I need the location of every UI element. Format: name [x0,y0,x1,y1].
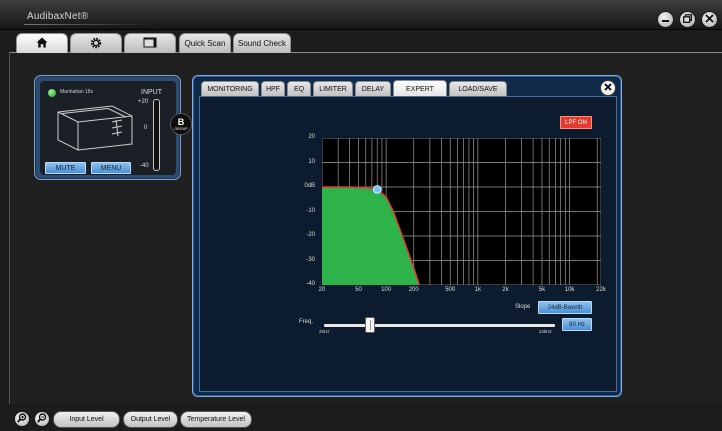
freq-slider-thumb[interactable] [365,317,375,333]
input-label: INPUT [141,89,162,96]
tab-home[interactable] [16,33,68,53]
slope-label: Slope [515,304,531,310]
slope-select[interactable]: 24dB-Bworth [538,301,592,314]
device-card-body: Manhattan 18s INPUT +20 0 -40 MUTE MENU [40,81,176,175]
title-underline [24,24,154,25]
group-letter: B [177,116,185,127]
y-tick-label: 10 [308,158,315,165]
freq-value-field[interactable]: 80 Hz [562,318,592,331]
restore-button[interactable] [679,11,696,28]
app-title: AudibaxNet® [27,11,89,22]
tab-quick-scan[interactable]: Quick Scan [179,33,231,53]
zoom-out-button[interactable] [34,411,50,427]
freq-max-label: 22kHz [539,329,552,334]
y-tick-label: 0dB [304,183,315,189]
freq-slider-track[interactable] [324,324,555,327]
zoom-in-icon [17,413,27,425]
settings-panel: MONITORING HPF EQ LIMITER DELAY EXPERT L… [192,75,622,397]
close-icon [604,82,612,94]
output-level-button[interactable]: Output Level [123,411,178,428]
tab-settings[interactable] [70,33,122,53]
restore-icon [683,14,693,25]
gear-icon [90,37,102,51]
tab-hpf[interactable]: HPF [261,81,285,97]
status-led [48,89,56,97]
x-tick-label: 100 [381,287,392,293]
tab-limiter[interactable]: LIMITER [313,81,353,97]
meter-scale-mid: 0 [144,125,148,131]
y-tick-label: -20 [306,232,315,238]
meter-scale-bottom: -40 [140,163,149,169]
x-tick-label: 50 [355,287,362,293]
minimize-icon [661,14,670,25]
minimize-button[interactable] [657,11,674,28]
y-tick-label: 20 [308,134,315,140]
y-tick-label: -10 [306,207,315,214]
group-badge[interactable]: B GROUP [170,113,192,135]
x-tick-label: 2k [502,287,509,293]
x-tick-label: 20 [318,287,326,293]
device-card[interactable]: Manhattan 18s INPUT +20 0 -40 MUTE MENU [34,75,181,180]
tab-load-save[interactable]: LOAD/SAVE [449,81,507,97]
x-tick-label: 22k [596,287,606,293]
tab-monitoring[interactable]: MONITORING [201,81,259,97]
tab-window[interactable] [124,33,176,53]
close-icon [705,14,714,25]
x-tick-label: 10k [564,287,575,293]
tab-sound-check[interactable]: Sound Check [233,33,291,53]
title-bar [0,0,722,30]
input-level-button[interactable]: Input Level [53,411,120,428]
panel-close-button[interactable] [600,80,616,96]
zoom-out-icon [37,413,47,425]
home-icon [36,37,48,50]
tab-expert[interactable]: EXPERT [393,80,447,97]
speaker-cabinet-icon [57,105,133,151]
x-tick-label: 5k [538,287,546,293]
input-level-meter [153,99,160,171]
device-name: Manhattan 18s [60,89,94,95]
lpf-on-button[interactable]: LPF ON [560,116,592,129]
group-word: GROUP [174,126,188,131]
crossover-handle [372,185,382,194]
window-icon [143,37,157,50]
x-tick-label: 200 [408,287,419,293]
freq-min-label: 20Hz [319,329,330,334]
temperature-level-button[interactable]: Temperature Level [180,411,252,428]
tab-eq[interactable]: EQ [287,81,311,97]
slider-thumb-grip [370,320,371,330]
freq-label: Freq. [299,319,314,325]
close-button[interactable] [701,11,718,28]
zoom-in-button[interactable] [14,411,30,427]
tab-delay[interactable]: DELAY [355,81,391,97]
filter-response-chart [322,138,601,285]
meter-scale-top: +20 [138,99,149,105]
menu-button[interactable]: MENU [91,162,131,174]
x-tick-label: 1k [474,287,482,293]
x-tick-label: 500 [445,287,456,293]
y-tick-label: -30 [306,256,315,263]
mute-button[interactable]: MUTE [45,162,86,174]
